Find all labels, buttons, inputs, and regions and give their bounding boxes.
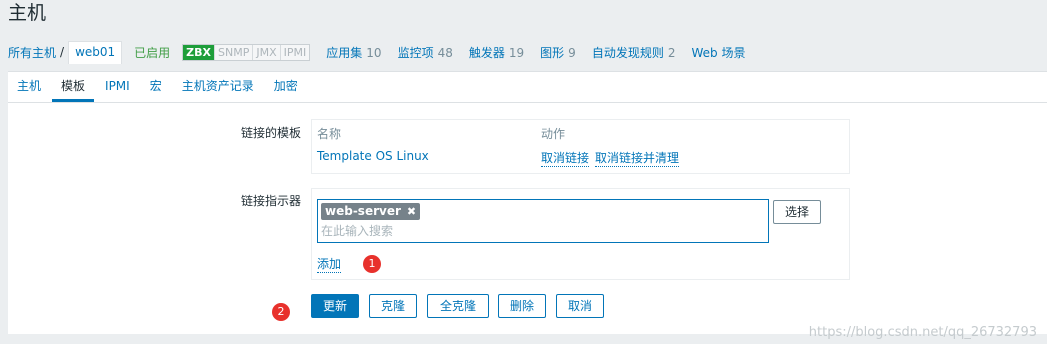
breadcrumb-all-hosts[interactable]: 所有主机 bbox=[8, 44, 56, 61]
full-clone-button[interactable]: 全克隆 bbox=[427, 294, 489, 318]
linked-templates-table: 名称 动作 Template OS Linux 取消链接 取消链接并清理 bbox=[311, 119, 850, 174]
annotation-badge-2: 2 bbox=[272, 303, 290, 321]
tab-encryption[interactable]: 加密 bbox=[265, 72, 307, 101]
nav-discovery-rules[interactable]: 自动发现规则 2 bbox=[592, 44, 676, 61]
template-search-input[interactable] bbox=[321, 222, 761, 239]
annotation-badge-1: 1 bbox=[363, 255, 381, 273]
nav-discovery-rules-label: 自动发现规则 bbox=[591, 45, 664, 60]
nav-graphs-count: 9 bbox=[568, 45, 576, 60]
host-breadcrumb: 所有主机 / web01 已启用 ZBX SNMP JMX IPMI 应用集 10… bbox=[8, 40, 745, 64]
nav-applications-count: 10 bbox=[366, 45, 382, 60]
update-button[interactable]: 更新 bbox=[311, 294, 359, 318]
linked-templates-label: 链接的模板 bbox=[240, 126, 301, 140]
nav-applications[interactable]: 应用集 10 bbox=[326, 44, 381, 61]
nav-items[interactable]: 监控项 48 bbox=[398, 44, 453, 61]
availability-zbx: ZBX bbox=[183, 44, 216, 60]
nav-graphs[interactable]: 图形 9 bbox=[540, 44, 576, 61]
breadcrumb-separator: / bbox=[60, 45, 65, 59]
availability-ipmi: IPMI bbox=[280, 44, 310, 60]
unlink-and-clear-link[interactable]: 取消链接并清理 bbox=[595, 149, 680, 167]
chip-remove-icon[interactable]: ✖ bbox=[407, 205, 416, 218]
nav-triggers-count: 19 bbox=[508, 45, 525, 60]
nav-web-scenarios[interactable]: Web 场景 bbox=[691, 44, 745, 61]
availability-snmp: SNMP bbox=[215, 44, 254, 60]
tab-templates[interactable]: 模板 bbox=[52, 72, 95, 102]
tab-macros[interactable]: 宏 bbox=[141, 72, 171, 101]
host-form-panel: 主机 模板 IPMI 宏 主机资产记录 加密 链接的模板 名称 动作 Templ… bbox=[8, 71, 1047, 334]
nav-items-count: 48 bbox=[437, 45, 453, 60]
unlink-link[interactable]: 取消链接 bbox=[541, 149, 590, 167]
nav-applications-label: 应用集 bbox=[326, 45, 363, 60]
cancel-button[interactable]: 取消 bbox=[556, 294, 604, 318]
status-enabled[interactable]: 已启用 bbox=[134, 44, 170, 61]
availability-jmx: JMX bbox=[253, 44, 281, 60]
delete-button[interactable]: 删除 bbox=[498, 294, 546, 318]
selected-template-chip: web-server ✖ bbox=[321, 203, 421, 220]
breadcrumb-current-host[interactable]: web01 bbox=[68, 40, 123, 64]
availability-badges: ZBX SNMP JMX IPMI bbox=[182, 43, 311, 61]
chip-label: web-server bbox=[325, 204, 401, 218]
link-indicator-label: 链接指示器 bbox=[240, 194, 301, 208]
page-title: 主机 bbox=[8, 2, 47, 24]
tab-inventory[interactable]: 主机资产记录 bbox=[173, 72, 263, 101]
form-tabs: 主机 模板 IPMI 宏 主机资产记录 加密 bbox=[8, 72, 1047, 103]
link-indicator-box: web-server ✖ 选择 添加 1 bbox=[311, 188, 850, 280]
clone-button[interactable]: 克隆 bbox=[369, 294, 417, 318]
col-action-header: 动作 bbox=[541, 127, 566, 141]
nav-discovery-rules-count: 2 bbox=[667, 45, 676, 60]
tab-host[interactable]: 主机 bbox=[8, 72, 50, 101]
nav-triggers-label: 触发器 bbox=[468, 45, 505, 60]
col-name-header: 名称 bbox=[317, 127, 342, 141]
nav-items-label: 监控项 bbox=[397, 45, 434, 60]
template-name-link[interactable]: Template OS Linux bbox=[317, 149, 429, 163]
select-button[interactable]: 选择 bbox=[773, 200, 821, 224]
add-template-link[interactable]: 添加 bbox=[317, 255, 342, 273]
tab-ipmi[interactable]: IPMI bbox=[96, 72, 139, 101]
nav-web-scenarios-label: Web 场景 bbox=[691, 45, 746, 60]
watermark-text: https://blog.csdn.net/qq_26732793 bbox=[808, 325, 1037, 340]
nav-triggers[interactable]: 触发器 19 bbox=[469, 44, 524, 61]
nav-graphs-label: 图形 bbox=[540, 45, 565, 60]
template-multiselect[interactable]: web-server ✖ bbox=[317, 199, 769, 243]
